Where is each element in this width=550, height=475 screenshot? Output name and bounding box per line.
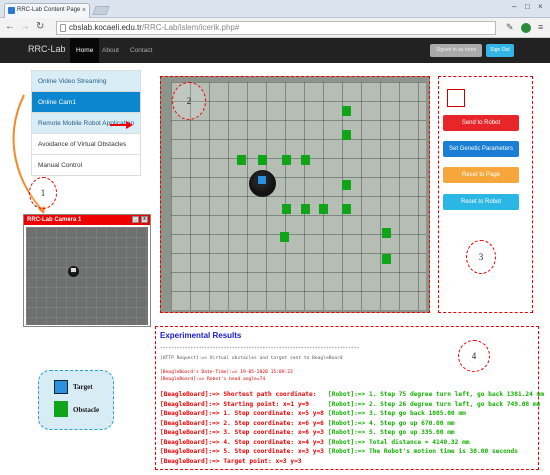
robot-marker-icon (71, 268, 76, 272)
legend-obstacle-icon (54, 401, 68, 417)
beagleboard-line: [BeagleBoard]:=> 2. Step coordinate: x=6… (160, 419, 324, 427)
annotation-1: 1 (29, 177, 57, 209)
beagleboard-line: [BeagleBoard]:=> Shortest path coordinat… (160, 391, 317, 398)
red-arrow-head (126, 121, 133, 129)
obstacle[interactable] (258, 155, 267, 165)
annotation-4: 4 (458, 340, 490, 372)
annotation-3: 3 (466, 240, 496, 274)
heading-line: [BeagleBoard]:=> Robot's head angle=74 (160, 377, 266, 382)
obstacle[interactable] (280, 232, 289, 242)
results-separator: ****************************************… (160, 347, 360, 352)
obstacle[interactable] (282, 204, 291, 214)
robot-line: [Robot]:=> 5. Step go up 335.00 mm (328, 429, 455, 436)
obstacle[interactable] (382, 228, 391, 238)
camera-title: RRC-Lab Camera 1 (27, 217, 82, 223)
set-genetic-parameters-button[interactable]: Set Genetic Parameters (443, 141, 519, 157)
reset-to-robot-button[interactable]: Reset to Robot (443, 194, 519, 210)
obstacle[interactable] (342, 204, 351, 214)
reset-to-page-button[interactable]: Reset to Page (443, 167, 519, 183)
legend-obstacle-label: Obstacle (73, 406, 100, 414)
beagleboard-line: [BeagleBoard]:=> 4. Step coordinate: x=4… (160, 438, 324, 446)
http-request-line: [HTTP Request]:=> Virtual obstacles and … (160, 356, 343, 361)
obstacle[interactable] (282, 155, 291, 165)
obstacle[interactable] (237, 155, 246, 165)
obstacle[interactable] (382, 254, 391, 264)
results-title: Experimental Results (160, 331, 242, 340)
robot-line: [Robot]:=> 4. Step go up 670.00 mm (328, 419, 455, 427)
send-to-robot-button[interactable]: Send to Robot (443, 115, 519, 131)
obstacle[interactable] (342, 106, 351, 116)
camera-close-icon[interactable]: x (141, 216, 148, 223)
panel-checkbox[interactable] (447, 89, 465, 107)
robot-line: [Robot]:=> 1. Step 75 degree turn left, … (328, 391, 545, 398)
robot-line: [Robot]:=> Total distance = 4140.32 mm (328, 438, 470, 446)
arena-grid[interactable] (171, 82, 426, 310)
beagleboard-line: [BeagleBoard]:=> 3. Step coordinate: x=6… (160, 429, 324, 436)
target-icon[interactable] (257, 175, 267, 185)
camera-robot (68, 266, 79, 277)
obstacle[interactable] (319, 204, 328, 214)
obstacle[interactable] (301, 155, 310, 165)
beagleboard-line: [BeagleBoard]:=> Starting point: x=1 y=9 (160, 400, 310, 408)
camera-minimize-icon[interactable]: _ (132, 216, 139, 223)
legend-target-label: Target (73, 383, 93, 391)
datetime-line: [BeagleBoard's Date-Time]:=> 19-05-2020 … (160, 370, 293, 375)
beagleboard-line: [BeagleBoard]:=> 5. Step coordinate: x=3… (160, 448, 324, 455)
legend-box: Target Obstacle (38, 370, 114, 430)
beagleboard-line: [BeagleBoard]:=> 1. Step coordinate: x=5… (160, 410, 324, 417)
camera-window[interactable]: RRC-Lab Camera 1 _ x (23, 214, 151, 327)
robot-line: [Robot]:=> 2. Step 26 degree turn left, … (328, 400, 541, 408)
arena-robot[interactable] (249, 170, 276, 197)
camera-titlebar: RRC-Lab Camera 1 _ x (24, 215, 150, 225)
legend-target-icon (54, 380, 68, 394)
annotation-2: 2 (172, 82, 206, 120)
robot-line: [Robot]:=> 3. Step go back 1005.00 mm (328, 410, 466, 417)
obstacle[interactable] (342, 130, 351, 140)
beagleboard-line: [BeagleBoard]:=> Target point: x=3 y=3 (160, 457, 302, 465)
obstacle[interactable] (342, 180, 351, 190)
obstacle[interactable] (301, 204, 310, 214)
robot-line: [Robot]:=> The Robot's motion time is 30… (328, 448, 518, 455)
camera-view (26, 227, 148, 325)
